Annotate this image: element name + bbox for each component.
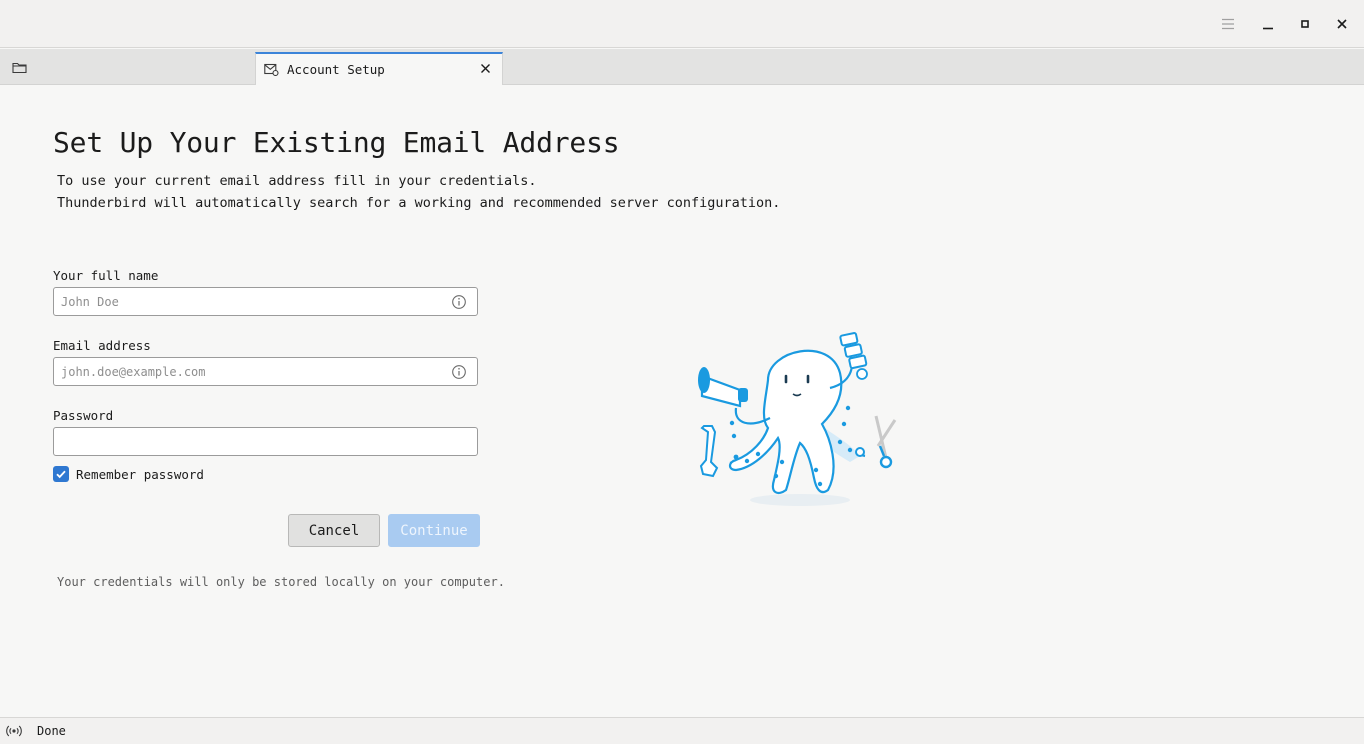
page-title: Set Up Your Existing Email Address: [53, 126, 620, 159]
title-bar: [0, 0, 1364, 48]
tab-label: Account Setup: [287, 62, 385, 77]
close-window-button[interactable]: [1327, 9, 1357, 39]
tab-close-button[interactable]: [476, 59, 494, 77]
password-input[interactable]: [54, 428, 477, 455]
description-line-2: Thunderbird will automatically search fo…: [57, 195, 781, 211]
info-icon[interactable]: [451, 294, 467, 310]
maximize-button[interactable]: [1290, 9, 1320, 39]
cancel-button[interactable]: Cancel: [288, 514, 380, 547]
email-input[interactable]: [54, 358, 477, 385]
online-status-icon[interactable]: [5, 722, 23, 740]
full-name-field[interactable]: [53, 287, 478, 316]
full-name-input[interactable]: [54, 288, 477, 315]
minimize-icon: [1263, 27, 1273, 30]
hamburger-icon[interactable]: [1213, 9, 1243, 39]
tab-bar: Account Setup: [0, 49, 1364, 85]
checkmark-icon: [56, 470, 66, 479]
email-label: Email address: [53, 338, 151, 353]
status-bar: Done: [0, 717, 1364, 744]
maximize-icon: [1301, 20, 1309, 28]
octopus-mascot-illustration: [698, 332, 897, 506]
remember-password-label: Remember password: [76, 466, 204, 482]
credentials-note: Your credentials will only be stored loc…: [57, 575, 505, 589]
status-text: Done: [37, 724, 66, 738]
remember-password-row[interactable]: Remember password: [53, 466, 204, 482]
description-line-1: To use your current email address fill i…: [57, 173, 537, 189]
password-field[interactable]: [53, 427, 478, 456]
mail-settings-icon: [264, 63, 279, 76]
info-icon[interactable]: [451, 364, 467, 380]
tab-account-setup[interactable]: Account Setup: [255, 52, 503, 85]
close-icon: [480, 63, 490, 73]
close-icon: [1337, 19, 1347, 29]
password-label: Password: [53, 408, 114, 423]
continue-button[interactable]: Continue: [388, 514, 480, 547]
minimize-button[interactable]: [1253, 9, 1283, 39]
email-field[interactable]: [53, 357, 478, 386]
full-name-label: Your full name: [53, 268, 159, 283]
tab-mail-folders[interactable]: [0, 49, 254, 85]
remember-password-checkbox[interactable]: [53, 466, 69, 482]
folder-icon: [12, 62, 27, 73]
